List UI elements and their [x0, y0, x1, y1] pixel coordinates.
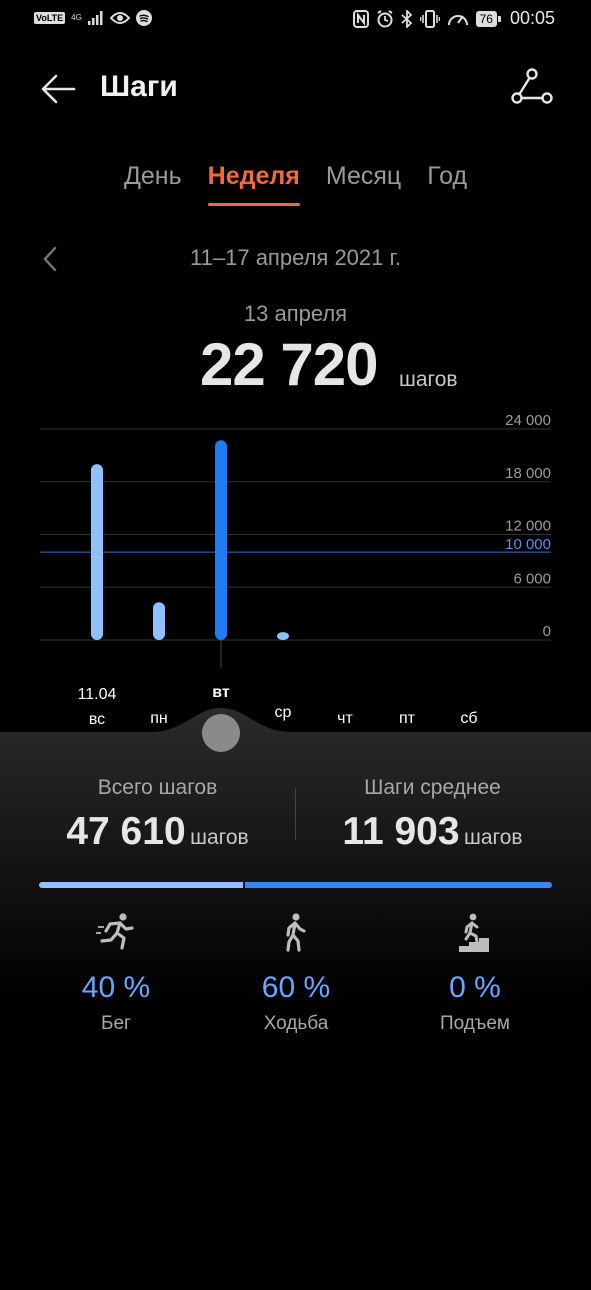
activity-climbing: 0 % Подъем — [395, 912, 555, 1035]
tab-label: Год — [427, 162, 468, 190]
volte-icon: VoLTE — [34, 12, 66, 24]
chart-scrubber-handle[interactable] — [202, 714, 240, 752]
bar-вс — [91, 464, 103, 640]
status-bar: VoLTE 4G 76 00:05 — [0, 0, 591, 40]
climbing-percent: 0 % — [449, 971, 501, 1004]
average-steps-label: Шаги среднее — [364, 776, 501, 799]
tab-label: День — [123, 162, 182, 190]
selected-steps-unit: шагов — [399, 368, 458, 391]
y-tick-label: 0 — [543, 623, 551, 640]
climbing-label: Подъем — [440, 1013, 510, 1034]
battery-indicator: 76 — [475, 10, 502, 27]
status-right: 76 00:05 — [352, 8, 555, 29]
back-button[interactable] — [38, 68, 80, 110]
bluetooth-icon — [400, 9, 412, 28]
tab-year[interactable]: Год — [427, 162, 467, 206]
nfc-icon — [352, 9, 369, 28]
bar-ср — [277, 632, 289, 640]
status-left: VoLTE 4G — [34, 10, 152, 26]
walking-share-bar — [245, 882, 552, 888]
previous-period-button[interactable] — [38, 244, 64, 274]
walking-percent: 60 % — [261, 971, 331, 1004]
page-title: Шаги — [100, 70, 178, 103]
stairs-climb-icon — [459, 913, 489, 952]
y-tick-label: 6 000 — [513, 570, 551, 587]
goal-label: 10 000 — [505, 536, 551, 553]
tab-day[interactable]: День — [124, 162, 182, 206]
activity-walking: 60 % Ходьба — [216, 912, 376, 1035]
average-steps-unit: шагов — [464, 826, 523, 849]
running-icon — [96, 913, 134, 950]
tab-label: Месяц — [325, 162, 402, 190]
running-percent: 40 % — [81, 971, 151, 1004]
activity-running: 40 % Бег — [36, 912, 196, 1035]
date-range: 11–17 апреля 2021 г. — [190, 245, 401, 270]
running-label: Бег — [101, 1013, 131, 1034]
total-steps-label: Всего шагов — [97, 776, 218, 799]
clock: 00:05 — [509, 8, 555, 28]
running-share-bar — [39, 882, 243, 888]
vibrate-icon — [419, 9, 440, 28]
bar-пн — [153, 602, 165, 640]
tab-week[interactable]: Неделя — [207, 162, 300, 206]
share-icon — [511, 68, 553, 104]
arrow-left-icon — [41, 74, 76, 104]
average-steps: 11 903 шагов — [315, 810, 550, 854]
selected-steps-value: 22 720 — [200, 331, 379, 398]
y-tick-label: 18 000 — [505, 465, 551, 482]
eye-icon — [109, 12, 130, 24]
walking-label: Ходьба — [263, 1013, 329, 1034]
speedometer-icon — [447, 14, 468, 25]
y-tick-label: 12 000 — [505, 518, 551, 535]
alarm-icon — [377, 9, 393, 27]
selected-date: 13 апреля — [243, 301, 348, 326]
tab-label: Неделя — [207, 162, 300, 190]
walking-icon — [286, 913, 306, 952]
share-button[interactable] — [510, 68, 554, 112]
summary-divider — [295, 788, 296, 840]
y-tick-label: 24 000 — [505, 412, 551, 429]
steps-bar-chart[interactable]: 24 000 18 000 12 000 6 000 0 10 000 — [0, 405, 591, 675]
chevron-left-icon — [43, 246, 57, 272]
network-type-label: 4G — [71, 13, 82, 22]
total-steps-unit: шагов — [190, 826, 249, 849]
spotify-icon — [135, 10, 152, 26]
total-steps: 47 610 шагов — [40, 810, 275, 854]
active-tab-indicator — [207, 203, 300, 206]
total-steps-value: 47 610 — [66, 810, 186, 853]
average-steps-value: 11 903 — [342, 810, 460, 853]
signal-icon — [87, 11, 103, 25]
bar-вт — [215, 440, 227, 640]
period-tabs: День Неделя Месяц Год — [0, 162, 591, 212]
tab-month[interactable]: Месяц — [326, 162, 401, 206]
